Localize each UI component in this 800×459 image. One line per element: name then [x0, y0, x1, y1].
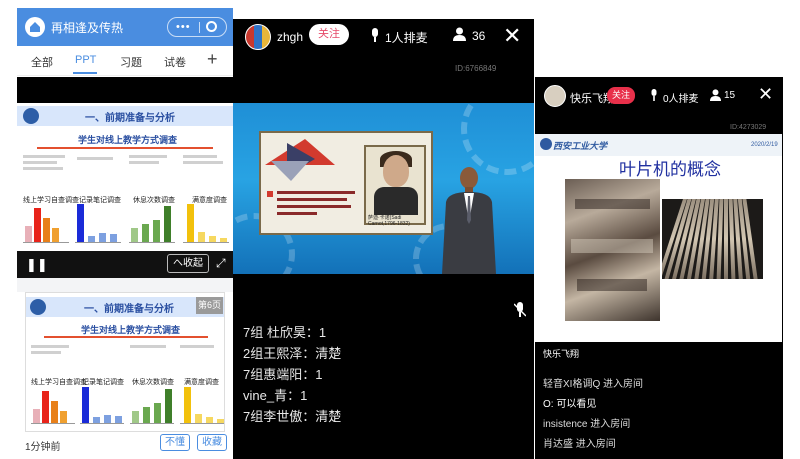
close-mini-program-icon[interactable]	[206, 21, 217, 32]
capsule-menu[interactable]: •••	[167, 17, 227, 37]
slide-subheading: 学生对线上教学方式调查	[78, 135, 178, 145]
live-room-panel-2: 快乐飞翔 关注 0人排麦 15 ✕ ID:4273029 西安工业大学 2020…	[535, 77, 783, 459]
tab-ppt[interactable]: PPT	[75, 54, 96, 66]
add-icon[interactable]: +	[207, 49, 218, 70]
close-icon[interactable]: ✕	[758, 84, 773, 105]
slide-subheading: 学生对线上教学方式调查	[81, 325, 181, 335]
slide-heading: 一、前期准备与分析	[85, 113, 175, 124]
person-icon	[710, 89, 721, 104]
tab-exercises[interactable]: 习题	[120, 54, 142, 70]
school-logo	[23, 108, 39, 124]
mini-chart	[180, 386, 224, 424]
follow-button[interactable]: 关注	[309, 24, 349, 45]
turbine-rotor-photo	[662, 199, 763, 279]
microphone-icon[interactable]	[650, 89, 658, 104]
fullscreen-icon[interactable]: ⤢	[216, 256, 226, 271]
school-logo	[540, 138, 552, 150]
chat-message: 7组 杜欣昊：1	[243, 325, 327, 340]
chat-message: 7组惠端阳：1	[243, 367, 323, 382]
chat-list: ▬ ▬▬ ▬▬ 轻音XI格调Q 进入房间 O: 可以看见 insistence …	[543, 367, 778, 455]
microphone-icon[interactable]	[370, 28, 380, 45]
more-icon[interactable]: •••	[176, 21, 191, 33]
chat-message: ▬▬ ▬ ▬▬ ▬▬▬	[243, 312, 513, 322]
dont-understand-button[interactable]: 不懂	[160, 434, 190, 451]
mic-queue-count[interactable]: 1人排麦	[385, 29, 428, 46]
pause-icon[interactable]: ❚❚	[26, 257, 48, 273]
mini-chart	[75, 203, 121, 243]
avatar[interactable]	[245, 24, 271, 50]
chat-message: 肖达盛 进入房间	[543, 439, 616, 450]
chat-message: 7组李世傲：清楚	[243, 409, 342, 424]
current-slide[interactable]: 一、前期准备与分析 学生对线上教学方式调查 线上学习自查调查 记录笔记调查 休息…	[17, 103, 233, 251]
portrait-image: 萨迪·卡诺(Sadi Carnot,1796-1832)	[364, 145, 426, 227]
tab-bar: 全部 PPT 习题 试卷 +	[17, 46, 233, 76]
chat-message: insistence 进入房间	[543, 419, 631, 430]
favorite-button[interactable]: 收藏	[197, 434, 227, 451]
mic-queue-count[interactable]: 0人排麦	[663, 90, 699, 105]
live-room-panel: zhgh 关注 1人排麦 36 ✕ ID:6766849 萨迪·卡诺(Sadi …	[233, 19, 534, 459]
slide-thumbnail[interactable]: 一、前期准备与分析 第6页 学生对线上教学方式调查 线上学习自查调查 记录笔记调…	[25, 292, 225, 432]
mini-chart	[130, 386, 174, 424]
lecture-slide[interactable]: 西安工业大学 2020/2/19 叶片机的概念	[535, 134, 782, 342]
rotor-blade	[724, 199, 728, 279]
collapse-button[interactable]: へ收起	[167, 254, 209, 273]
close-icon[interactable]: ✕	[503, 23, 521, 49]
turbine-photo	[565, 179, 660, 321]
player-top-bar	[17, 77, 233, 103]
slide-date: 2020/2/19	[751, 142, 778, 148]
follow-button[interactable]: 关注	[607, 87, 635, 104]
stream-caption: 快乐飞翔	[543, 349, 580, 359]
mini-chart	[31, 386, 75, 424]
mini-program-header: 再相逢及传热 •••	[17, 8, 233, 46]
mic-off-icon[interactable]	[513, 302, 527, 321]
chat-message: vine_青：1	[243, 388, 308, 403]
tab-exams[interactable]: 试卷	[164, 54, 186, 70]
course-title: 再相逢及传热	[51, 21, 124, 35]
home-icon[interactable]	[25, 17, 45, 37]
chat-message: 2组王熙泽：清楚	[243, 346, 342, 361]
video-stream[interactable]: 萨迪·卡诺(Sadi Carnot,1796-1832)	[233, 103, 534, 274]
viewer-count: 36	[472, 29, 486, 43]
active-tab-indicator	[73, 72, 97, 74]
mini-chart	[23, 203, 69, 243]
player-controls: ❚❚ へ收起 ⤢	[17, 251, 233, 278]
portrait-caption: 萨迪·卡诺(Sadi Carnot,1796-1832)	[368, 215, 410, 227]
chat-message: 轻音XI格调Q 进入房间	[543, 379, 644, 390]
divider	[17, 278, 233, 292]
timestamp: 1分钟前	[25, 442, 61, 453]
avatar[interactable]	[544, 85, 566, 107]
host-name: zhgh	[277, 30, 304, 44]
mini-chart	[183, 203, 229, 243]
chat-message: O: 可以看见	[543, 399, 597, 410]
mini-chart	[129, 203, 175, 243]
mini-program-panel: 再相逢及传热 ••• 全部 PPT 习题 试卷 + 一、前期准备与分析 学生对线…	[17, 8, 233, 454]
tab-all[interactable]: 全部	[31, 54, 53, 70]
lecture-slide: 萨迪·卡诺(Sadi Carnot,1796-1832)	[259, 131, 433, 235]
slide-heading: 一、前期准备与分析	[84, 304, 174, 315]
room-id: ID:6766849	[455, 64, 497, 73]
person-icon	[453, 27, 466, 44]
mini-chart	[80, 386, 124, 424]
school-name: 西安工业大学	[553, 141, 608, 151]
page-badge: 第6页	[196, 297, 223, 314]
school-logo	[30, 299, 46, 315]
room-id: ID:4273029	[730, 124, 767, 131]
lecturer-figure	[442, 167, 496, 274]
chat-list: ▬▬ ▬ ▬▬ ▬▬▬ 7组 杜欣昊：1 2组王熙泽：清楚 7组惠端阳：1 vi…	[243, 312, 513, 427]
slide-title: 叶片机的概念	[619, 160, 721, 179]
chat-message: ▬ ▬▬ ▬▬	[543, 367, 778, 375]
viewer-count: 15	[724, 90, 736, 101]
